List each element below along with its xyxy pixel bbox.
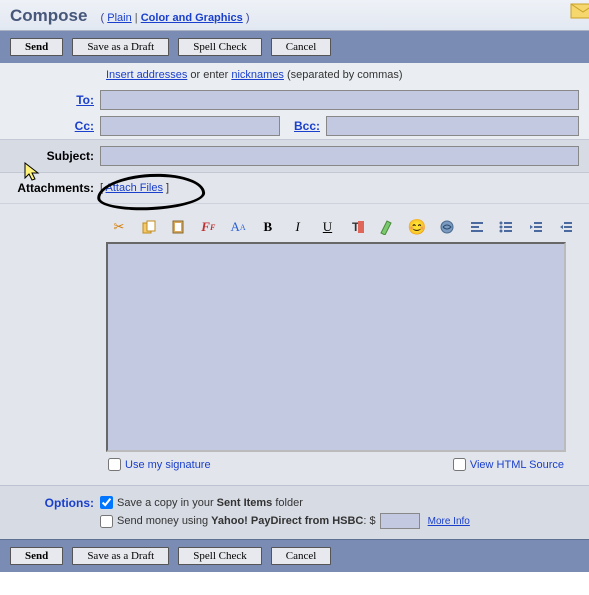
view-html-label: View HTML Source (470, 459, 564, 471)
save-draft-button-bottom[interactable]: Save as a Draft (72, 547, 169, 565)
view-html-checkbox[interactable]: View HTML Source (453, 458, 564, 471)
send-money-label: Send money using Yahoo! PayDirect from H… (117, 515, 376, 527)
bottom-button-bar: Send Save as a Draft Spell Check Cancel (0, 539, 589, 572)
font-color-icon[interactable]: T (348, 218, 366, 236)
page-title: Compose (10, 6, 87, 25)
compose-header: Compose ( Plain | Color and Graphics ) (0, 0, 589, 31)
hint-after: (separated by commas) (284, 69, 403, 81)
copy-icon[interactable] (140, 218, 158, 236)
top-button-bar: Send Save as a Draft Spell Check Cancel (0, 31, 589, 63)
cut-icon[interactable]: ✂ (110, 218, 128, 236)
spell-check-button-bottom[interactable]: Spell Check (178, 547, 261, 565)
cc-label[interactable]: Cc: (75, 119, 94, 133)
nicknames-link[interactable]: nicknames (231, 69, 284, 81)
use-signature-input[interactable] (108, 458, 121, 471)
smp1: Send money using (117, 515, 211, 527)
use-signature-label: Use my signature (125, 459, 211, 471)
italic-icon[interactable]: I (289, 218, 307, 236)
paste-icon[interactable] (170, 218, 188, 236)
send-money-checkbox[interactable]: Send money using Yahoo! PayDirect from H… (100, 515, 376, 528)
cancel-button-bottom[interactable]: Cancel (271, 547, 332, 565)
sep: | (132, 12, 141, 24)
to-input[interactable] (100, 90, 579, 110)
attachments-row: Attachments: [ Attach Files ] (0, 173, 589, 204)
more-info-link[interactable]: More Info (428, 516, 470, 527)
save-copy-label: Save a copy in your Sent Items folder (117, 497, 303, 509)
scp3: folder (272, 497, 303, 509)
list-icon[interactable] (498, 218, 516, 236)
attachments-label: Attachments: (0, 181, 100, 195)
cc-row: Cc: Bcc: (0, 113, 589, 139)
bcc-label[interactable]: Bcc: (294, 119, 320, 133)
cc-input[interactable] (100, 116, 280, 136)
smp2: Yahoo! PayDirect from HSBC (211, 515, 363, 527)
below-editor-row: Use my signature View HTML Source (106, 452, 566, 481)
bold-icon[interactable]: B (259, 218, 277, 236)
bracket-close: ] (163, 182, 169, 194)
editor-area: ✂ FF AA B I U T 😊 Us (0, 204, 589, 485)
insert-addresses-link[interactable]: Insert addresses (106, 69, 187, 81)
plain-link[interactable]: Plain (107, 12, 131, 24)
to-label[interactable]: To: (76, 93, 94, 107)
bcc-input[interactable] (326, 116, 579, 136)
color-graphics-link[interactable]: Color and Graphics (141, 12, 243, 24)
emoticon-icon[interactable]: 😊 (408, 218, 426, 236)
indent-icon[interactable] (557, 218, 575, 236)
view-html-input[interactable] (453, 458, 466, 471)
smp3: : $ (363, 515, 375, 527)
scp2: Sent Items (217, 497, 273, 509)
compose-form: Insert addresses or enter nicknames (sep… (0, 63, 589, 539)
message-body[interactable] (106, 242, 566, 452)
spell-check-button[interactable]: Spell Check (178, 38, 261, 56)
subject-row: Subject: (0, 139, 589, 173)
use-signature-checkbox[interactable]: Use my signature (108, 458, 211, 471)
outdent-icon[interactable] (527, 218, 545, 236)
save-draft-button[interactable]: Save as a Draft (72, 38, 169, 56)
address-hint: Insert addresses or enter nicknames (sep… (0, 63, 589, 87)
envelope-icon (569, 0, 589, 20)
save-copy-checkbox[interactable]: Save a copy in your Sent Items folder (100, 496, 303, 509)
amount-input[interactable] (380, 513, 420, 529)
paren-close: ) (243, 12, 250, 24)
align-icon[interactable] (468, 218, 486, 236)
highlight-icon[interactable] (378, 218, 396, 236)
subject-label: Subject: (0, 149, 100, 163)
attach-files-link[interactable]: Attach Files (106, 182, 163, 194)
save-copy-input[interactable] (100, 496, 113, 509)
insert-link-icon[interactable] (438, 218, 456, 236)
options-label: Options: (0, 494, 100, 510)
subject-input[interactable] (100, 146, 579, 166)
options-block: Options: Save a copy in your Sent Items … (0, 485, 589, 539)
font-face-icon[interactable]: FF (199, 218, 217, 236)
cancel-button[interactable]: Cancel (271, 38, 332, 56)
send-button[interactable]: Send (10, 38, 63, 56)
send-button-bottom[interactable]: Send (10, 547, 63, 565)
header-view-links: ( Plain | Color and Graphics ) (101, 12, 250, 24)
to-row: To: (0, 87, 589, 113)
underline-icon[interactable]: U (319, 218, 337, 236)
hint-mid: or enter (187, 69, 231, 81)
scp1: Save a copy in your (117, 497, 217, 509)
editor-toolbar: ✂ FF AA B I U T 😊 (106, 212, 579, 242)
font-size-icon[interactable]: AA (229, 218, 247, 236)
send-money-input[interactable] (100, 515, 113, 528)
